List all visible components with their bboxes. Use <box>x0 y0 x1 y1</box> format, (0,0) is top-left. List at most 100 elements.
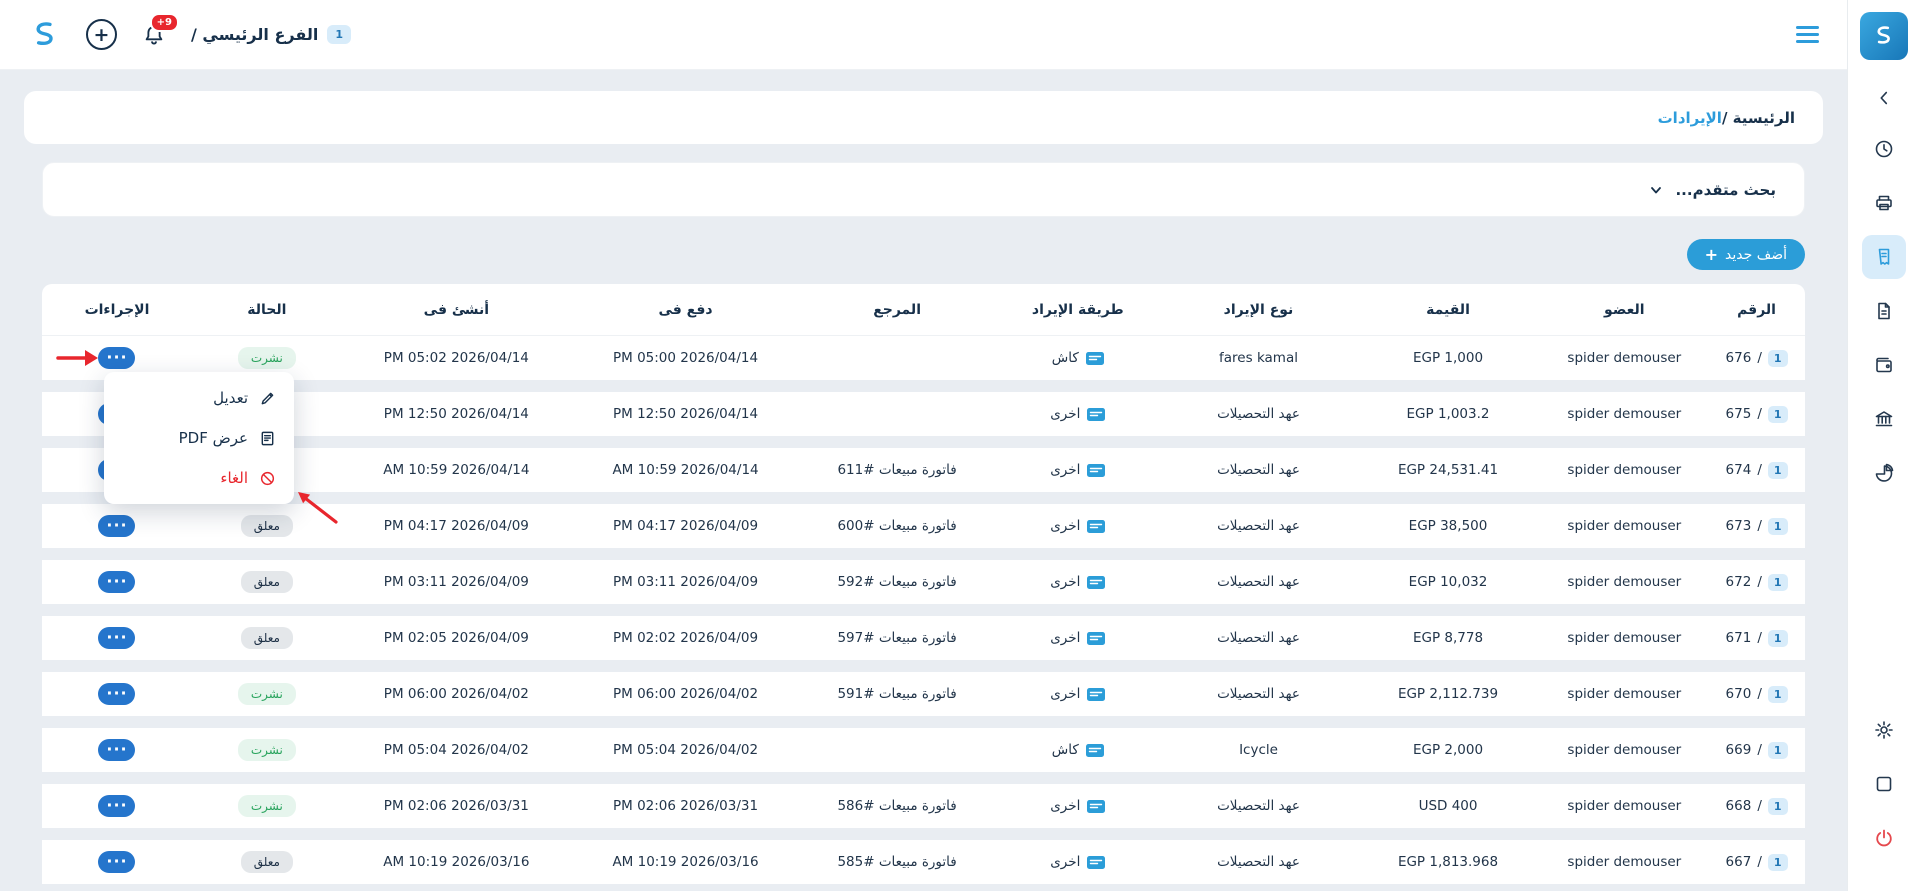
chevron-down-icon <box>1649 184 1663 196</box>
row-number-cell: 1 / 672 <box>1708 560 1805 604</box>
row-actions-button[interactable]: ... <box>98 683 135 705</box>
row-method-cell: اخرى <box>994 560 1161 604</box>
row-member: spider demouser <box>1541 840 1708 884</box>
row-actions-cell: ... <box>42 840 192 884</box>
column-header-paid-at[interactable]: دفع فى <box>571 284 800 335</box>
row-type: عهد التحصيلات <box>1162 504 1356 548</box>
row-status-cell: نشرت <box>192 784 342 828</box>
row-type: عهد التحصيلات <box>1162 784 1356 828</box>
topbar: + +9 الفرع الرئيسي / 1 <box>0 0 1847 70</box>
row-reference: فاتورة مبيعات #611 <box>800 448 994 492</box>
row-method: كاش <box>1052 350 1079 366</box>
sidebar-item-reports[interactable] <box>1848 446 1919 500</box>
row-actions-button[interactable]: ... <box>98 347 135 369</box>
row-status-cell: معلق <box>192 616 342 660</box>
column-header-reference[interactable]: المرجع <box>800 284 994 335</box>
row-actions-button[interactable]: ... <box>98 851 135 873</box>
sidebar-item-bank[interactable] <box>1848 392 1919 446</box>
pdf-icon <box>259 430 276 447</box>
row-value: EGP 8,778 <box>1355 616 1540 660</box>
app-logo[interactable] <box>1860 12 1908 60</box>
quick-add-button[interactable]: + <box>86 19 117 50</box>
brand-logo-icon[interactable] <box>28 18 62 52</box>
menu-item-edit[interactable]: تعديل <box>104 378 294 418</box>
clock-icon <box>1873 138 1895 160</box>
payment-card-icon <box>1087 576 1105 589</box>
row-actions-button[interactable]: ... <box>98 795 135 817</box>
row-number: 676 <box>1726 350 1752 366</box>
menu-toggle-button[interactable] <box>1796 26 1819 43</box>
sidebar-item-wallet[interactable] <box>1848 338 1919 392</box>
row-branch-badge: 1 <box>1768 350 1788 367</box>
ellipsis-icon: ... <box>106 791 127 810</box>
row-number: 671 <box>1726 630 1752 646</box>
sidebar-collapse-button[interactable] <box>1848 74 1919 122</box>
row-reference: فاتورة مبيعات #600 <box>800 504 994 548</box>
row-status-cell: معلق <box>192 560 342 604</box>
row-reference: فاتورة مبيعات #597 <box>800 616 994 660</box>
row-created-at: AM 10:19 2026/03/16 <box>342 840 571 884</box>
row-paid-at: PM 04:17 2026/04/09 <box>571 504 800 548</box>
number-separator: / <box>1757 518 1762 534</box>
row-reference: فاتورة مبيعات #586 <box>800 784 994 828</box>
row-number: 670 <box>1726 686 1752 702</box>
column-header-created-at[interactable]: أنشئ فى <box>342 284 571 335</box>
column-header-status[interactable]: الحالة <box>192 284 342 335</box>
sidebar-item-documents[interactable] <box>1848 284 1919 338</box>
branch-breadcrumb[interactable]: الفرع الرئيسي / 1 <box>191 25 351 44</box>
row-type: عهد التحصيلات <box>1162 672 1356 716</box>
column-header-number[interactable]: الرقم <box>1708 284 1805 335</box>
number-separator: / <box>1757 798 1762 814</box>
menu-item-view-pdf[interactable]: عرض PDF <box>104 418 294 458</box>
add-new-button[interactable]: أضف جديد + <box>1687 239 1805 270</box>
table-row: 1 / 667 spider demouser EGP 1,813.968 عه… <box>42 840 1805 884</box>
row-method-cell: اخرى <box>994 672 1161 716</box>
row-number: 674 <box>1726 462 1752 478</box>
row-actions-button[interactable]: ... <box>98 571 135 593</box>
row-actions-cell: ... <box>42 728 192 772</box>
row-actions-cell: ... <box>42 560 192 604</box>
sidebar-item-history[interactable] <box>1848 122 1919 176</box>
table-row: 1 / 669 spider demouser EGP 2,000 Icycle… <box>42 728 1805 772</box>
brand-logo-icon <box>1871 23 1897 49</box>
row-created-at: AM 10:59 2026/04/14 <box>342 448 571 492</box>
sidebar-item-revenues[interactable] <box>1848 230 1919 284</box>
sidebar-item-stop[interactable] <box>1848 757 1919 811</box>
row-created-at: PM 02:06 2026/03/31 <box>342 784 571 828</box>
document-icon <box>1873 300 1895 322</box>
row-member: spider demouser <box>1541 504 1708 548</box>
status-badge: معلق <box>241 627 293 649</box>
sidebar-item-devices[interactable] <box>1848 176 1919 230</box>
advanced-search-toggle[interactable]: بحث متقدم... <box>42 162 1805 217</box>
sidebar-item-settings[interactable] <box>1848 703 1919 757</box>
row-actions-cell: ... <box>42 672 192 716</box>
row-actions-button[interactable]: ... <box>98 627 135 649</box>
row-member: spider demouser <box>1541 672 1708 716</box>
menu-item-cancel[interactable]: الغاء <box>104 458 294 498</box>
sidebar-item-logout[interactable] <box>1848 811 1919 865</box>
column-header-actions[interactable]: الإجراءات <box>42 284 192 335</box>
row-number: 667 <box>1726 854 1752 870</box>
row-type: عهد التحصيلات <box>1162 840 1356 884</box>
notifications-button[interactable]: +9 <box>141 22 167 48</box>
number-separator: / <box>1757 630 1762 646</box>
row-number-cell: 1 / 676 <box>1708 336 1805 380</box>
row-actions-button[interactable]: ... <box>98 515 135 537</box>
row-actions-button[interactable]: ... <box>98 739 135 761</box>
number-separator: / <box>1757 406 1762 422</box>
column-header-method[interactable]: طريقة الإيراد <box>994 284 1161 335</box>
pencil-icon <box>259 390 276 407</box>
status-badge: معلق <box>241 571 293 593</box>
row-actions-cell: ... <box>42 504 192 548</box>
table-row: 1 / 668 spider demouser USD 400 عهد التح… <box>42 784 1805 828</box>
column-header-member[interactable]: العضو <box>1541 284 1708 335</box>
menu-item-cancel-label: الغاء <box>220 469 248 487</box>
row-paid-at: PM 12:50 2026/04/14 <box>571 392 800 436</box>
active-nav-highlight <box>1862 235 1906 279</box>
breadcrumb-home-link[interactable]: الرئيسية / <box>1722 109 1795 127</box>
row-method-cell: اخرى <box>994 504 1161 548</box>
payment-card-icon <box>1087 520 1105 533</box>
column-header-type[interactable]: نوع الإيراد <box>1162 284 1356 335</box>
column-header-value[interactable]: القيمة <box>1355 284 1540 335</box>
table-row: 1 / 676 spider demouser EGP 1,000 fares … <box>42 336 1805 380</box>
